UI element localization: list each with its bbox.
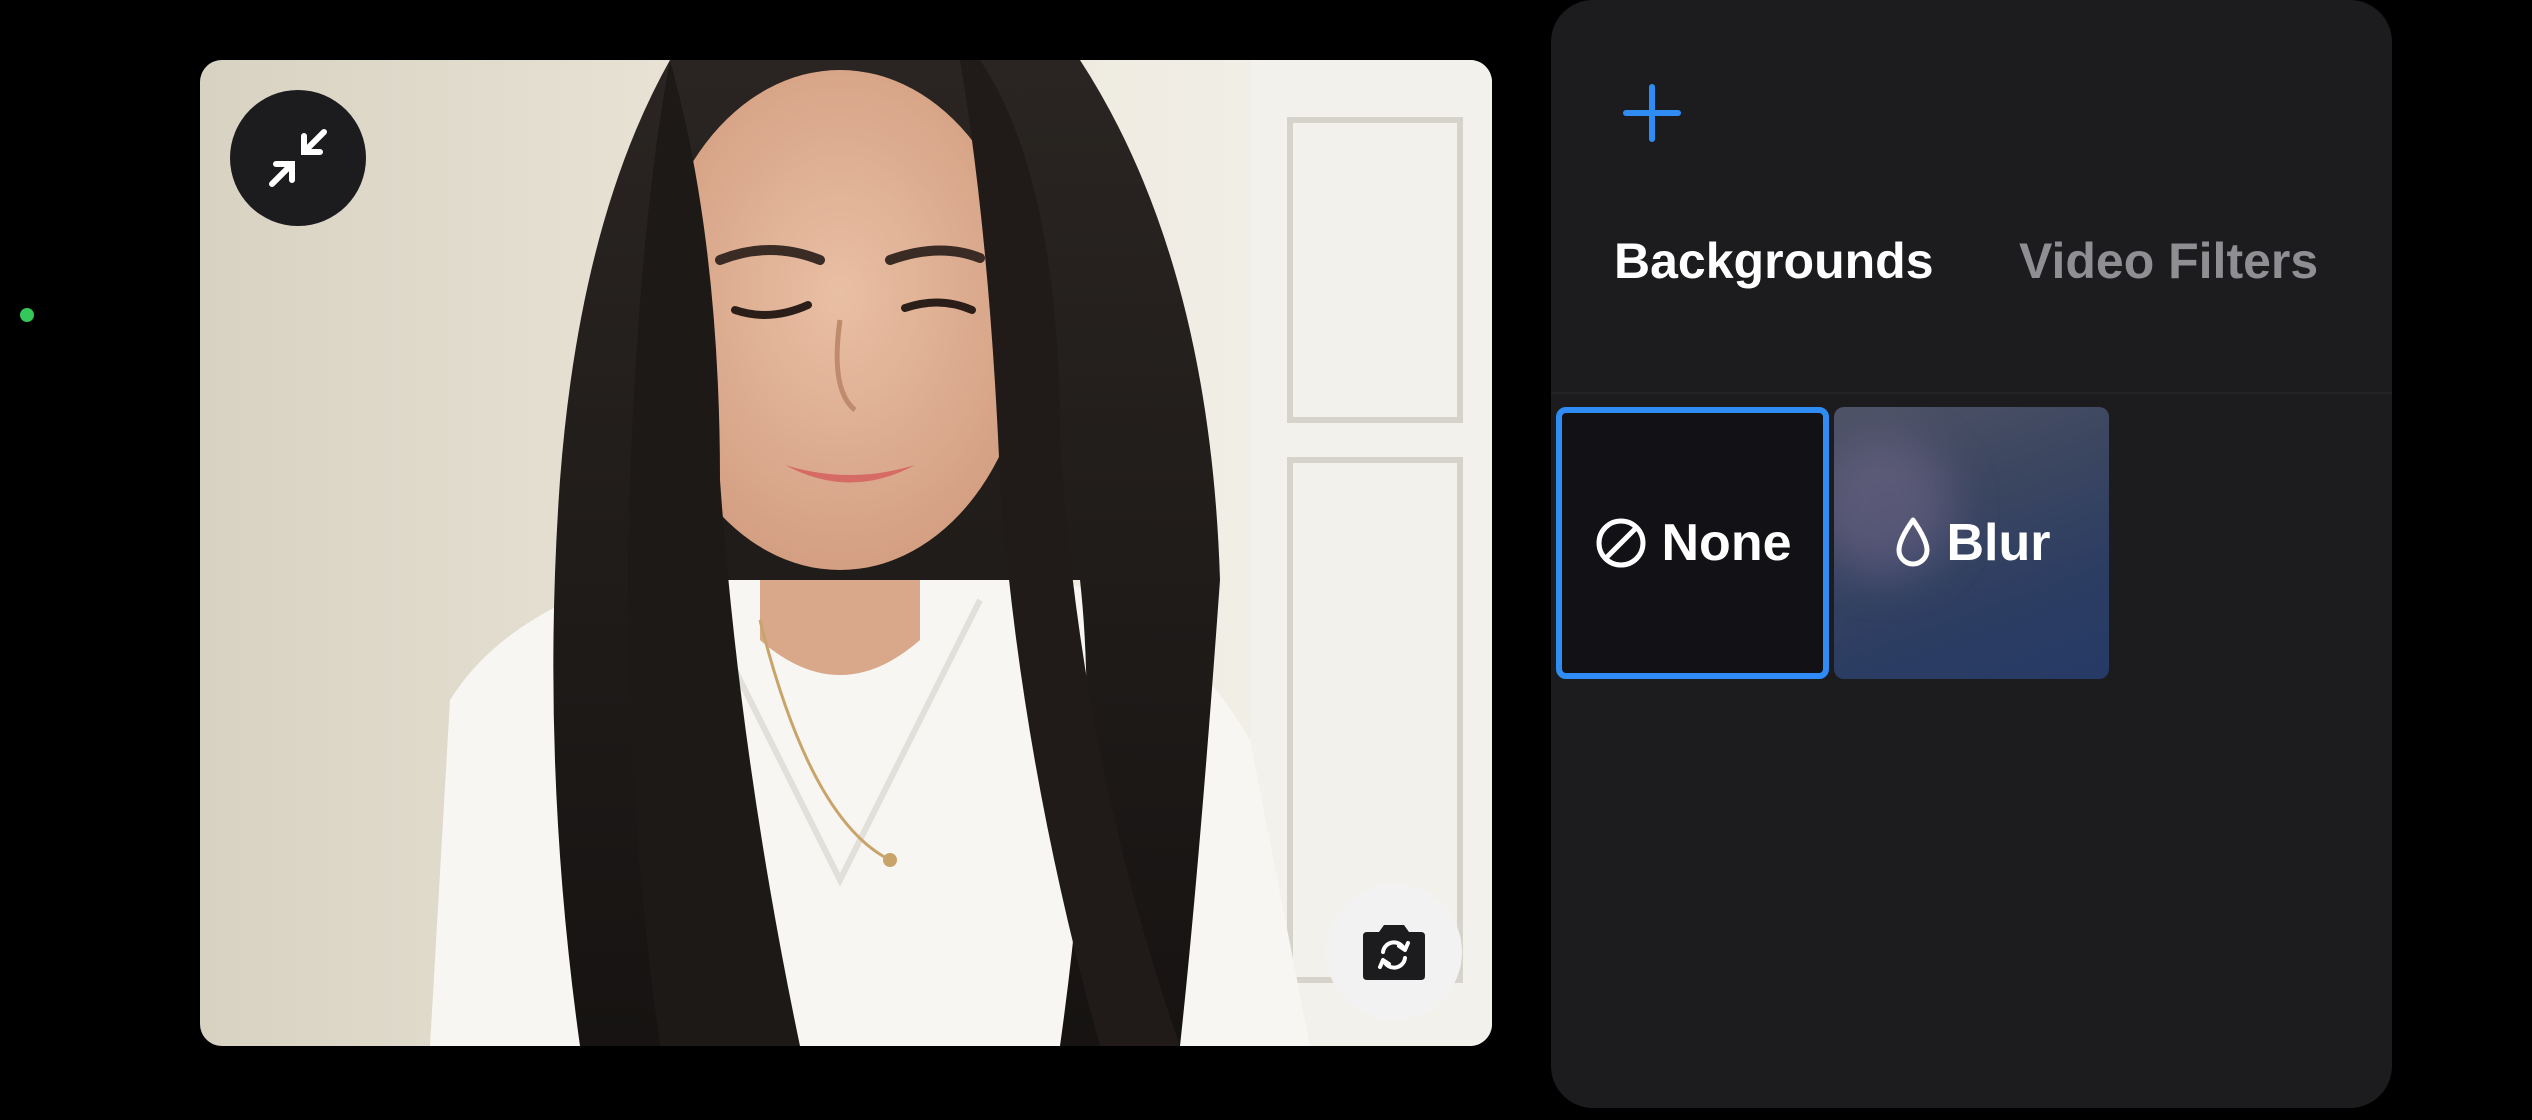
camera-preview [200,60,1492,1046]
screen: Backgrounds Video Filters None Blur [0,0,2532,1120]
arrows-collapse-icon [269,129,327,187]
background-option-blur[interactable]: Blur [1834,407,2109,679]
droplet-icon [1893,516,1933,570]
tab-divider [1551,392,2392,394]
collapse-preview-button[interactable] [230,90,366,226]
prohibited-icon [1594,516,1648,570]
background-option-label: Blur [1946,514,2051,572]
camera-in-use-indicator [20,308,34,322]
plus-icon [1623,84,1681,142]
flip-camera-button[interactable] [1326,884,1462,1020]
background-option-label: None [1661,514,1792,572]
tab-video-filters[interactable]: Video Filters [2019,232,2318,290]
background-option-none[interactable]: None [1556,407,1829,679]
camera-feed-image [200,60,1492,1046]
tab-backgrounds[interactable]: Backgrounds [1614,232,1934,290]
add-background-button[interactable] [1617,78,1687,148]
camera-flip-icon [1363,925,1425,980]
effects-panel: Backgrounds Video Filters None Blur [1551,0,2392,1108]
